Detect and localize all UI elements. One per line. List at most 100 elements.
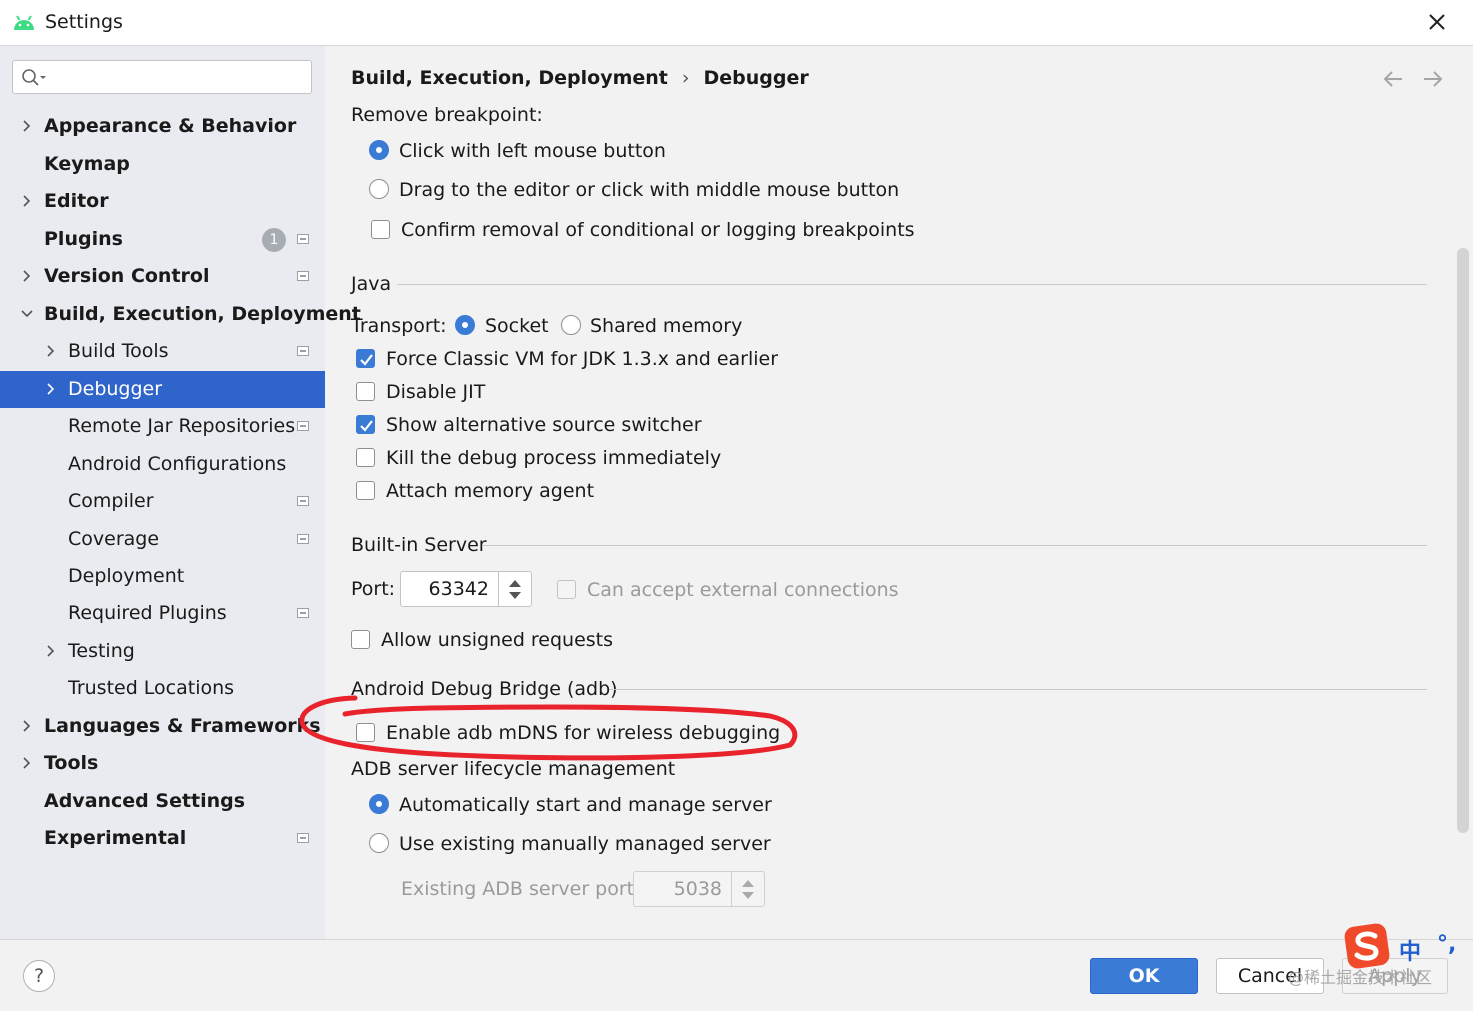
chevron-right-icon[interactable] xyxy=(21,270,33,282)
transport-label: Transport: xyxy=(351,315,447,337)
checkmark-icon xyxy=(360,420,373,432)
project-level-icon xyxy=(297,346,309,356)
allow-unsigned-requests-checkbox[interactable] xyxy=(351,630,370,649)
existing-adb-port-label: Existing ADB server port: xyxy=(401,878,641,900)
back-arrow-icon[interactable] xyxy=(1382,68,1404,90)
sidebar-item-editor[interactable]: Editor xyxy=(0,183,325,220)
sidebar-item-appearance-behavior[interactable]: Appearance & Behavior xyxy=(0,108,325,145)
radio-label[interactable]: Drag to the editor or click with middle … xyxy=(399,179,899,201)
search-input[interactable] xyxy=(12,60,312,94)
sidebar-item-experimental[interactable]: Experimental xyxy=(0,820,325,857)
sidebar-item-tools[interactable]: Tools xyxy=(0,745,325,782)
radio-label[interactable]: Shared memory xyxy=(590,315,742,337)
chevron-right-icon[interactable] xyxy=(21,120,33,132)
ime-toolbar[interactable]: 中 °, xyxy=(1343,922,1468,972)
sidebar-item-version-control[interactable]: Version Control xyxy=(0,258,325,295)
radio-shared-memory[interactable] xyxy=(561,315,581,335)
help-button[interactable]: ? xyxy=(23,960,55,992)
checkmark-icon xyxy=(360,354,373,366)
ime-chinese-mode[interactable]: 中 xyxy=(1399,934,1421,966)
chevron-right-icon[interactable] xyxy=(21,195,33,207)
sidebar-item-remote-jar-repositories[interactable]: Remote Jar Repositories xyxy=(0,408,325,445)
confirm-removal-checkbox[interactable] xyxy=(371,220,390,239)
checkbox-label[interactable]: Allow unsigned requests xyxy=(381,629,613,651)
sidebar-item-android-configurations[interactable]: Android Configurations xyxy=(0,446,325,483)
radio-label[interactable]: Socket xyxy=(485,315,549,337)
sidebar-item-coverage[interactable]: Coverage xyxy=(0,521,325,558)
alternative-source-switcher-checkbox[interactable] xyxy=(356,415,375,434)
sidebar-item-label: Testing xyxy=(68,640,135,662)
breadcrumb-parent[interactable]: Build, Execution, Deployment xyxy=(351,67,668,89)
spinner-up-down-icon[interactable] xyxy=(499,572,531,606)
checkbox-label[interactable]: Force Classic VM for JDK 1.3.x and earli… xyxy=(386,348,778,370)
radio-label[interactable]: Use existing manually managed server xyxy=(399,833,771,855)
checkbox-label[interactable]: Kill the debug process immediately xyxy=(386,447,721,469)
breadcrumb-current: Debugger xyxy=(703,67,809,89)
sidebar-item-testing[interactable]: Testing xyxy=(0,633,325,670)
project-level-icon xyxy=(297,608,309,618)
sidebar-item-build-tools[interactable]: Build Tools xyxy=(0,333,325,370)
close-icon[interactable] xyxy=(1424,9,1450,35)
sidebar-item-label: Required Plugins xyxy=(68,602,227,624)
chevron-right-icon[interactable] xyxy=(21,720,33,732)
sidebar-item-compiler[interactable]: Compiler xyxy=(0,483,325,520)
sidebar-item-required-plugins[interactable]: Required Plugins xyxy=(0,595,325,632)
force-classic-vm-checkbox[interactable] xyxy=(356,349,375,368)
sidebar-item-plugins[interactable]: Plugins 1 xyxy=(0,221,325,258)
sidebar-item-label: Deployment xyxy=(68,565,185,587)
radio-drag-to-editor[interactable] xyxy=(369,179,389,199)
radio-socket[interactable] xyxy=(455,315,475,335)
radio-label[interactable]: Automatically start and manage server xyxy=(399,794,772,816)
radio-auto-manage-server[interactable] xyxy=(369,794,389,814)
update-count-badge: 1 xyxy=(262,228,286,252)
sidebar-item-deployment[interactable]: Deployment xyxy=(0,558,325,595)
settings-content: Build, Execution, Deployment › Debugger Re… xyxy=(325,46,1473,939)
project-level-icon xyxy=(297,234,309,244)
vertical-scrollbar[interactable] xyxy=(1457,248,1469,833)
port-spinner[interactable]: 63342 xyxy=(400,571,532,607)
sidebar-item-keymap[interactable]: Keymap xyxy=(0,146,325,183)
existing-port-value[interactable]: 5038 xyxy=(674,878,722,900)
radio-click-left-mouse[interactable] xyxy=(369,140,389,160)
sidebar-item-label: Trusted Locations xyxy=(68,677,235,699)
existing-adb-port-spinner[interactable]: 5038 xyxy=(633,871,765,907)
chevron-right-icon[interactable] xyxy=(45,383,57,395)
chevron-right-icon[interactable] xyxy=(45,345,57,357)
checkbox-label[interactable]: Attach memory agent xyxy=(386,480,594,502)
breadcrumb: Build, Execution, Deployment › Debugger xyxy=(351,67,809,89)
spinner-up-down-icon[interactable] xyxy=(732,872,764,906)
enable-adb-mdns-checkbox[interactable] xyxy=(356,723,375,742)
title-bar: Settings xyxy=(0,0,1473,46)
ime-punctuation-mode[interactable]: °, xyxy=(1437,932,1456,957)
accept-external-connections-checkbox[interactable] xyxy=(557,580,576,599)
checkbox-label[interactable]: Enable adb mDNS for wireless debugging xyxy=(386,722,780,744)
checkbox-label[interactable]: Disable JIT xyxy=(386,381,485,403)
forward-arrow-icon[interactable] xyxy=(1422,68,1444,90)
radio-existing-server[interactable] xyxy=(369,833,389,853)
sidebar-item-label: Coverage xyxy=(68,528,160,550)
checkbox-label[interactable]: Show alternative source switcher xyxy=(386,414,702,436)
sidebar-item-advanced-settings[interactable]: Advanced Settings xyxy=(0,783,325,820)
spinner-arrows[interactable] xyxy=(731,872,764,906)
sidebar-item-trusted-locations[interactable]: Trusted Locations xyxy=(0,670,325,707)
attach-memory-agent-checkbox[interactable] xyxy=(356,481,375,500)
project-level-icon xyxy=(297,421,309,431)
sogou-ime-logo-icon[interactable] xyxy=(1343,922,1391,970)
kill-debug-process-checkbox[interactable] xyxy=(356,448,375,467)
port-value[interactable]: 63342 xyxy=(429,578,489,600)
project-level-icon xyxy=(297,833,309,843)
chevron-down-icon[interactable] xyxy=(21,308,33,320)
checkbox-label[interactable]: Can accept external connections xyxy=(587,579,899,601)
checkbox-label[interactable]: Confirm removal of conditional or loggin… xyxy=(401,219,915,241)
dialog-button-bar: ? OK Cancel Apply @稀土掘金技术社区 xyxy=(0,939,1473,1011)
sidebar-item-build-execution-deployment[interactable]: Build, Execution, Deployment xyxy=(0,296,361,333)
radio-label[interactable]: Click with left mouse button xyxy=(399,140,666,162)
chevron-right-icon[interactable] xyxy=(21,757,33,769)
sidebar-item-languages-frameworks[interactable]: Languages & Frameworks xyxy=(0,708,325,745)
sidebar-item-debugger[interactable]: Debugger xyxy=(0,371,325,408)
chevron-right-icon[interactable] xyxy=(45,645,57,657)
spinner-arrows[interactable] xyxy=(498,572,531,606)
disable-jit-checkbox[interactable] xyxy=(356,382,375,401)
project-level-icon xyxy=(297,271,309,281)
ok-button[interactable]: OK xyxy=(1090,958,1198,994)
